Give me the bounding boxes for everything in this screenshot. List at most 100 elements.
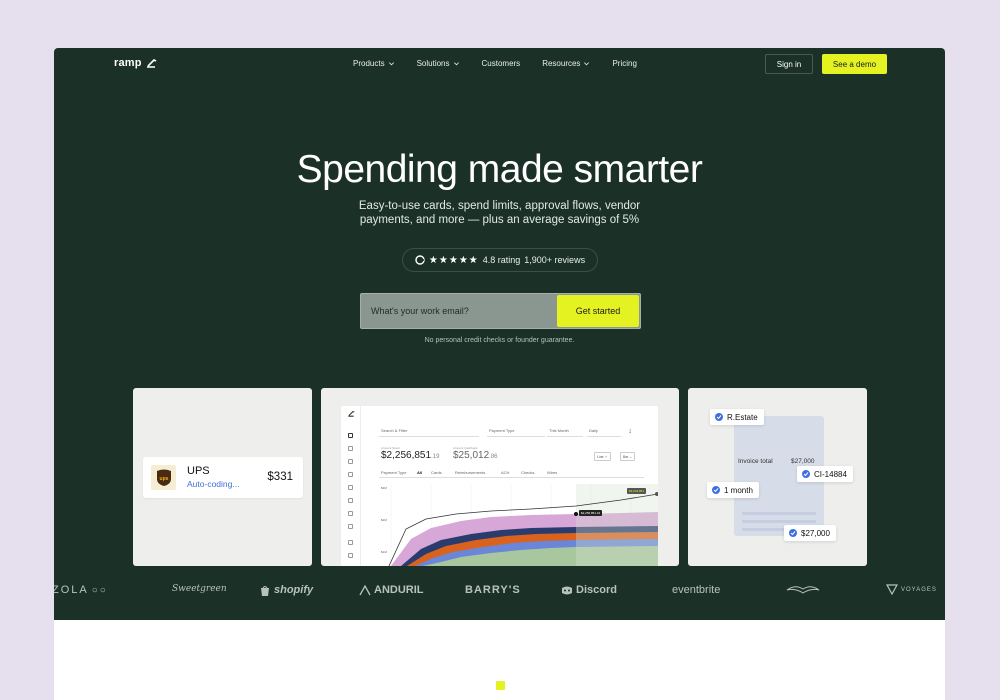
amount-spent-value: $2,256,851.19	[381, 450, 440, 461]
vendor-chip[interactable]: R.Estate	[710, 409, 764, 425]
tab-all[interactable]: All	[417, 470, 422, 475]
tab-payment-type[interactable]: Payment Type	[381, 470, 407, 475]
spend-area-chart	[388, 484, 658, 566]
voyages-mark-icon	[886, 584, 898, 595]
check-icon	[715, 413, 723, 421]
search-filter[interactable]: Search & Filter	[381, 428, 407, 433]
check-icon	[802, 470, 810, 478]
check-icon	[712, 486, 720, 494]
hero-section: ramp Products Solutions Customers Resour…	[54, 48, 945, 620]
people-icon	[348, 511, 353, 516]
period-filter[interactable]: This Month	[549, 428, 569, 433]
card-icon	[348, 446, 353, 451]
bill-icon	[348, 459, 353, 464]
logo-shopify: shopify	[259, 584, 313, 596]
work-email-input[interactable]	[361, 294, 556, 328]
nav-products[interactable]: Products	[353, 59, 395, 68]
receipt-icon	[348, 472, 353, 477]
tab-reimbursements[interactable]: Reimbursements	[455, 470, 485, 475]
payment-type-filter[interactable]: Payment Type	[489, 428, 515, 433]
logo-zola: ZOLA ○○	[54, 584, 108, 596]
discord-icon	[562, 586, 572, 594]
hero-subheading: Easy-to-use cards, spend limits, approva…	[54, 199, 945, 227]
subheading-line-2: payments, and more — plus an average sav…	[359, 214, 640, 226]
customer-logos: ZOLA ○○ Sweetgreen shopify ANDURIL BARRY'…	[54, 584, 945, 602]
vendor-icon	[348, 485, 353, 490]
logo-barrys: BARRY'S	[465, 584, 521, 596]
nav-resources[interactable]: Resources	[542, 59, 590, 68]
amount-cashback-value: $25,012.86	[453, 450, 498, 461]
divider	[587, 436, 621, 437]
subheading-line-1: Easy-to-use cards, spend limits, approva…	[358, 200, 641, 212]
home-icon	[348, 433, 353, 438]
main-nav: Products Solutions Customers Resources P…	[353, 59, 659, 68]
anduril-mark-icon	[359, 584, 371, 595]
invoice-line	[742, 512, 816, 515]
chart-tooltip: $2,256,851.19	[579, 510, 603, 516]
nav-pricing[interactable]: Pricing	[612, 59, 636, 68]
sign-in-button[interactable]: Sign in	[765, 54, 813, 74]
shopify-bag-icon	[261, 585, 269, 596]
dashboard-sidebar	[341, 406, 361, 566]
nav-customers[interactable]: Customers	[482, 59, 521, 68]
logo-eventbrite: eventbrite	[672, 584, 721, 596]
invoice-total-value: $27,000	[791, 458, 815, 465]
interval-filter[interactable]: Daily	[589, 428, 598, 433]
rating-text: 4.8 rating	[482, 255, 521, 265]
tab-checks[interactable]: Checks	[521, 470, 534, 475]
disclaimer-text: No personal credit checks or founder gua…	[424, 337, 575, 344]
logo-anduril: ANDURIL	[359, 584, 424, 596]
logo-text: ramp	[114, 57, 142, 69]
inbox-icon	[348, 540, 353, 545]
term-chip[interactable]: 1 month	[707, 482, 759, 498]
chip-label: 1 month	[724, 485, 753, 495]
divider	[379, 477, 644, 478]
dashboard-card: Search & Filter Payment Type This Month …	[321, 388, 679, 566]
chevron-down-icon	[388, 62, 394, 66]
logo-discord: Discord	[561, 584, 617, 596]
tab-cards[interactable]: Cards	[431, 470, 442, 475]
star-rating-icons: ★★★★★	[428, 254, 479, 266]
rating-badge[interactable]: ★★★★★ 4.8 rating 1,900+ reviews	[402, 248, 598, 272]
logo-voyages: VOYAGES	[886, 584, 937, 595]
tab-wires[interactable]: Wires	[547, 470, 557, 475]
divider	[547, 436, 583, 437]
transaction-amount: $331	[267, 471, 293, 483]
ups-logo-icon: ups	[151, 465, 176, 490]
email-signup-form: Get started	[360, 293, 641, 329]
ramp-mini-logo-icon	[348, 410, 355, 417]
logo-brand-emblem	[786, 584, 820, 596]
see-demo-button[interactable]: See a demo	[822, 54, 887, 74]
g2-icon	[415, 255, 425, 265]
nav-solutions[interactable]: Solutions	[417, 59, 460, 68]
chevron-down-icon	[584, 62, 590, 66]
reviews-count: 1,900+ reviews	[524, 255, 586, 265]
logo-sweetgreen: Sweetgreen	[172, 584, 227, 594]
transaction-row[interactable]: ups UPS Auto-coding... $331	[143, 457, 303, 498]
download-icon[interactable]: ⤓	[629, 428, 631, 434]
divider	[487, 436, 545, 437]
winged-emblem-icon	[786, 586, 820, 594]
chip-label: CI-14884	[814, 469, 847, 479]
browser-window: ramp Products Solutions Customers Resour…	[54, 48, 945, 700]
ramp-logo[interactable]: ramp	[114, 57, 157, 69]
get-started-button[interactable]: Get started	[557, 295, 639, 327]
options-button[interactable]: Bar ⌄	[620, 452, 636, 461]
vendor-name: UPS	[187, 465, 210, 477]
settings-icon	[348, 524, 353, 529]
amount-chip[interactable]: $27,000	[784, 525, 836, 541]
dashboard-preview: Search & Filter Payment Type This Month …	[341, 406, 658, 566]
line-toggle-button[interactable]: Line ✓	[594, 452, 611, 461]
chart-tooltip: $3,234,851	[627, 488, 647, 494]
user-icon	[348, 553, 353, 558]
invoice-line	[742, 520, 816, 523]
tab-ach[interactable]: ACH	[501, 470, 509, 475]
chevron-down-icon	[453, 62, 459, 66]
ramp-logo-icon	[146, 59, 157, 68]
chip-label: R.Estate	[727, 412, 758, 422]
invoice-id-chip[interactable]: CI-14884	[797, 466, 853, 482]
report-icon	[348, 498, 353, 503]
invoice-card: Invoice total $27,000 R.Estate CI-14884 …	[688, 388, 867, 566]
divider	[379, 436, 479, 437]
auto-coding-status: Auto-coding...	[187, 479, 240, 489]
